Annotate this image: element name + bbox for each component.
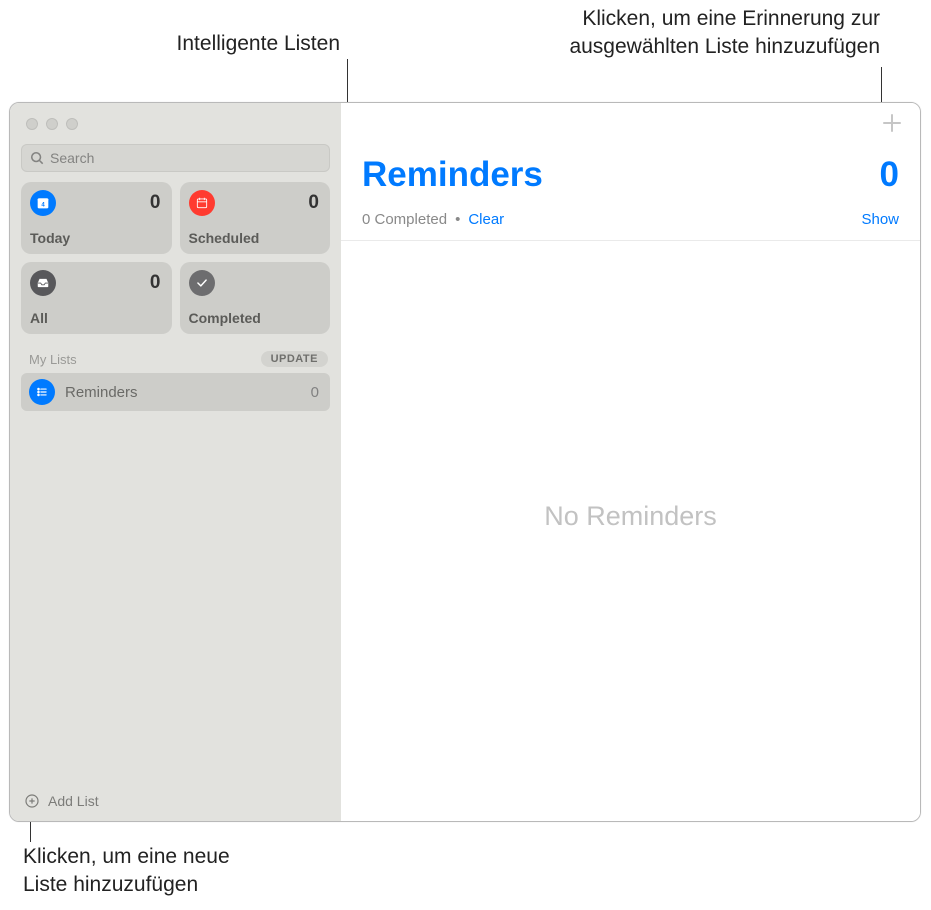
smart-completed-label: Completed bbox=[189, 310, 320, 326]
completed-count-text: 0 Completed bbox=[362, 211, 447, 228]
smart-all-label: All bbox=[30, 310, 161, 326]
calendar-icon bbox=[189, 190, 215, 216]
mylists-header: My Lists UPDATE bbox=[10, 334, 341, 373]
inbox-icon bbox=[30, 270, 56, 296]
smart-list-all[interactable]: 0 All bbox=[21, 262, 172, 334]
minimize-window-button[interactable] bbox=[46, 118, 58, 130]
callout-line bbox=[881, 67, 882, 107]
list-count: 0 bbox=[311, 384, 319, 401]
mylists-label: My Lists bbox=[29, 352, 77, 367]
smart-today-count: 0 bbox=[150, 192, 161, 214]
callout-add-list: Klicken, um eine neue Liste hinzuzufügen bbox=[23, 843, 323, 900]
calendar-today-icon: 4 bbox=[30, 190, 56, 216]
main-toolbar bbox=[341, 103, 920, 143]
main-header: Reminders 0 bbox=[341, 143, 920, 195]
window-controls bbox=[10, 103, 341, 130]
list-bullet-icon bbox=[29, 379, 55, 405]
list-name: Reminders bbox=[65, 384, 301, 401]
callout-line bbox=[30, 822, 31, 842]
close-window-button[interactable] bbox=[26, 118, 38, 130]
show-completed-link[interactable]: Show bbox=[861, 211, 899, 228]
app-window: 4 0 Today bbox=[9, 102, 921, 822]
plus-circle-icon bbox=[24, 793, 40, 809]
smart-scheduled-count: 0 bbox=[308, 192, 319, 214]
empty-state-text: No Reminders bbox=[544, 501, 717, 532]
search-box[interactable] bbox=[21, 144, 330, 172]
search-input[interactable] bbox=[50, 150, 321, 166]
sidebar: 4 0 Today bbox=[10, 103, 341, 821]
main-panel: Reminders 0 0 Completed • Clear Show No … bbox=[341, 103, 920, 821]
list-title: Reminders bbox=[362, 155, 543, 195]
zoom-window-button[interactable] bbox=[66, 118, 78, 130]
smart-list-today[interactable]: 4 0 Today bbox=[21, 182, 172, 254]
search-icon bbox=[30, 151, 44, 165]
callout-smart-lists: Intelligente Listen bbox=[120, 30, 340, 58]
smart-list-completed[interactable]: Completed bbox=[180, 262, 331, 334]
callout-add-reminder: Klicken, um eine Erinnerung zur ausgewäh… bbox=[460, 5, 880, 62]
add-list-label: Add List bbox=[48, 793, 99, 809]
list-item-reminders[interactable]: Reminders 0 bbox=[21, 373, 330, 411]
smart-today-label: Today bbox=[30, 230, 161, 246]
smart-lists-grid: 4 0 Today bbox=[10, 182, 341, 334]
separator-dot: • bbox=[455, 211, 460, 228]
completed-bar: 0 Completed • Clear Show bbox=[341, 195, 920, 241]
clear-completed-link[interactable]: Clear bbox=[468, 211, 504, 228]
add-list-button[interactable]: Add List bbox=[10, 793, 341, 821]
smart-scheduled-label: Scheduled bbox=[189, 230, 320, 246]
reminders-list-empty: No Reminders bbox=[341, 241, 920, 821]
list-total-count: 0 bbox=[880, 155, 899, 195]
smart-list-scheduled[interactable]: 0 Scheduled bbox=[180, 182, 331, 254]
update-button[interactable]: UPDATE bbox=[261, 351, 328, 367]
add-reminder-button[interactable] bbox=[880, 111, 904, 135]
search-container bbox=[10, 130, 341, 182]
smart-all-count: 0 bbox=[150, 272, 161, 294]
checkmark-icon bbox=[189, 270, 215, 296]
